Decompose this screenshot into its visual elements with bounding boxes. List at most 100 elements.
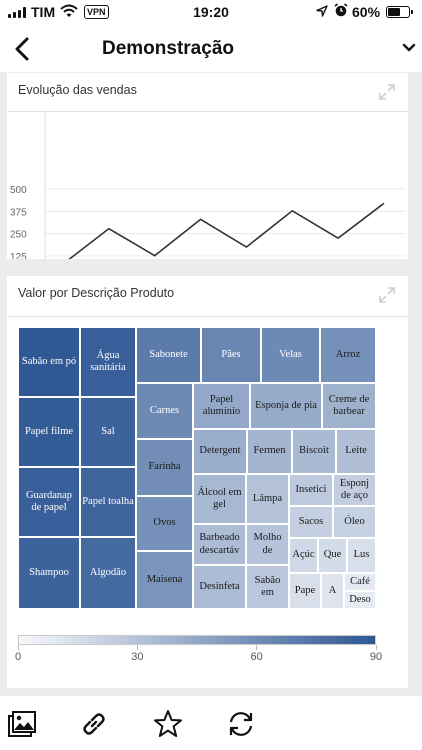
treemap-tile[interactable]: Papel toalha xyxy=(80,467,136,537)
location-arrow-icon xyxy=(316,5,328,17)
navigation-bar: Demonstração xyxy=(0,26,422,72)
legend-tick xyxy=(256,645,258,650)
treemap-tile-label: Sal xyxy=(101,425,115,437)
legend-tick-label: 30 xyxy=(131,651,144,663)
battery-icon xyxy=(386,6,413,18)
y-tick-label: 125 xyxy=(10,252,27,259)
treemap-tile[interactable]: Papel alumínio xyxy=(193,383,250,429)
treemap-tile-label: Farinha xyxy=(148,461,181,473)
treemap-tile[interactable]: Algodão xyxy=(80,537,136,609)
back-chevron-icon[interactable] xyxy=(12,36,34,62)
gallery-icon[interactable] xyxy=(6,708,38,740)
legend-tick xyxy=(17,645,19,650)
treemap-tile[interactable]: Barbeado descartáv xyxy=(193,524,246,565)
legend-tick xyxy=(375,645,377,650)
sales-evolution-card: Evolução das vendas 500 375 250 125 xyxy=(7,73,408,259)
treemap-tile[interactable]: Deso xyxy=(344,591,376,609)
treemap-tile[interactable]: Que xyxy=(318,538,347,573)
treemap-tile[interactable]: A xyxy=(321,573,344,609)
link-icon[interactable] xyxy=(78,708,110,740)
treemap-tile[interactable]: Pães xyxy=(201,327,261,383)
treemap-tile[interactable]: Lâmpa xyxy=(246,474,289,524)
chevron-down-icon[interactable] xyxy=(402,42,416,54)
treemap-tile[interactable]: Desinfeta xyxy=(193,565,246,609)
treemap-tile-label: Açúc xyxy=(292,549,315,561)
treemap-tile[interactable]: Velas xyxy=(261,327,320,383)
treemap-tile[interactable]: Sabonete xyxy=(136,327,201,383)
treemap-tile[interactable]: Esponj de aço xyxy=(333,474,376,506)
status-bar: TIM VPN 19:20 60% xyxy=(0,0,422,26)
battery-percentage: 60% xyxy=(352,4,381,20)
color-scale-legend xyxy=(18,635,376,645)
treemap-tile[interactable]: Insetici xyxy=(289,474,333,506)
treemap-tile-label: Creme de barbear xyxy=(328,393,370,417)
treemap-tile-label: Algodão xyxy=(89,566,127,578)
treemap-tile-label: Papel filme xyxy=(24,425,74,437)
treemap-tile[interactable]: Maisena xyxy=(136,551,193,609)
treemap-tile[interactable]: Água sanitária xyxy=(80,327,136,397)
treemap-tile[interactable]: Molho de xyxy=(246,524,289,565)
treemap-tile[interactable]: Álcool em gel xyxy=(193,474,246,524)
treemap-tile[interactable]: Biscoit xyxy=(292,429,336,474)
treemap-tile[interactable]: Açúc xyxy=(289,538,318,573)
refresh-icon[interactable] xyxy=(225,708,257,740)
treemap-tile-label: Que xyxy=(323,549,342,561)
treemap-tile-label: Guardanap de papel xyxy=(25,489,73,513)
treemap-tile[interactable]: Pape xyxy=(289,573,321,609)
treemap-tile-label: Carnes xyxy=(149,404,180,416)
treemap-tile[interactable]: Creme de barbear xyxy=(322,383,376,429)
y-tick-label: 375 xyxy=(10,207,27,218)
treemap-tile-label: Óleo xyxy=(344,515,365,527)
treemap-tile-label: Pães xyxy=(221,348,241,360)
treemap-tile[interactable]: Arroz xyxy=(320,327,376,383)
treemap-tile-label: Sabão em xyxy=(254,574,281,598)
treemap-tile-label: Papel alumínio xyxy=(202,393,241,417)
divider xyxy=(7,316,408,317)
treemap-tile-label: Velas xyxy=(279,348,302,360)
treemap-tile-label: Esponja de pia xyxy=(255,399,317,411)
card-title: Valor por Descrição Produto xyxy=(18,286,175,300)
card-title: Evolução das vendas xyxy=(18,83,137,97)
treemap-tile-label: Sabonete xyxy=(149,348,188,360)
product-value-card: Valor por Descrição Produto Sabão em pó Á… xyxy=(7,276,408,688)
legend-tick-label: 0 xyxy=(14,651,22,663)
treemap-tile[interactable]: Papel filme xyxy=(18,397,80,467)
treemap-tile[interactable]: Óleo xyxy=(333,506,376,538)
treemap-tile-label: Sabão em pó xyxy=(21,355,77,367)
treemap-tile-label: Insetici xyxy=(295,483,327,495)
legend-tick xyxy=(136,645,138,650)
treemap-tile-label: Sacos xyxy=(298,515,324,527)
treemap-tile[interactable]: Farinha xyxy=(136,439,193,496)
expand-icon[interactable] xyxy=(378,286,396,304)
treemap-tile-label: Água sanitária xyxy=(90,349,126,373)
treemap-tile[interactable]: Detergent xyxy=(193,429,247,474)
treemap-tile-label: Deso xyxy=(349,593,371,605)
treemap-tile[interactable]: Sabão em pó xyxy=(18,327,80,397)
treemap-tile[interactable]: Sal xyxy=(80,397,136,467)
treemap-tile[interactable]: Café xyxy=(344,573,376,591)
treemap-tile[interactable]: Esponja de pia xyxy=(250,383,322,429)
treemap-tile[interactable]: Guardanap de papel xyxy=(18,467,80,537)
treemap-tile[interactable]: Sacos xyxy=(289,506,333,538)
treemap-tile-label: Fermen xyxy=(253,445,286,457)
treemap-tile-label: Arroz xyxy=(335,348,361,360)
y-tick-label: 250 xyxy=(10,230,27,241)
treemap-tile[interactable]: Fermen xyxy=(247,429,292,474)
treemap-tile[interactable]: Shampoo xyxy=(18,537,80,609)
expand-icon[interactable] xyxy=(378,83,396,101)
star-icon[interactable] xyxy=(152,708,184,740)
treemap-tile-label: Leite xyxy=(345,445,367,457)
treemap-tile-label: Pape xyxy=(294,584,316,596)
treemap-tile[interactable]: Lus xyxy=(347,538,376,573)
treemap-tile-label: Papel toalha xyxy=(82,495,134,507)
treemap-tile[interactable]: Sabão em xyxy=(246,565,289,609)
sales-line-chart: 500 375 250 125 xyxy=(10,112,405,259)
treemap-tile[interactable]: Carnes xyxy=(136,383,193,439)
treemap-tile-label: Desinfeta xyxy=(199,580,240,592)
treemap-tile-label: Esponj de aço xyxy=(339,477,370,501)
treemap-tile-label: Biscoit xyxy=(299,445,329,457)
treemap-tile[interactable]: Leite xyxy=(336,429,376,474)
alarm-icon xyxy=(334,3,348,17)
treemap-tile-label: Lus xyxy=(353,549,370,561)
treemap-tile[interactable]: Ovos xyxy=(136,496,193,551)
